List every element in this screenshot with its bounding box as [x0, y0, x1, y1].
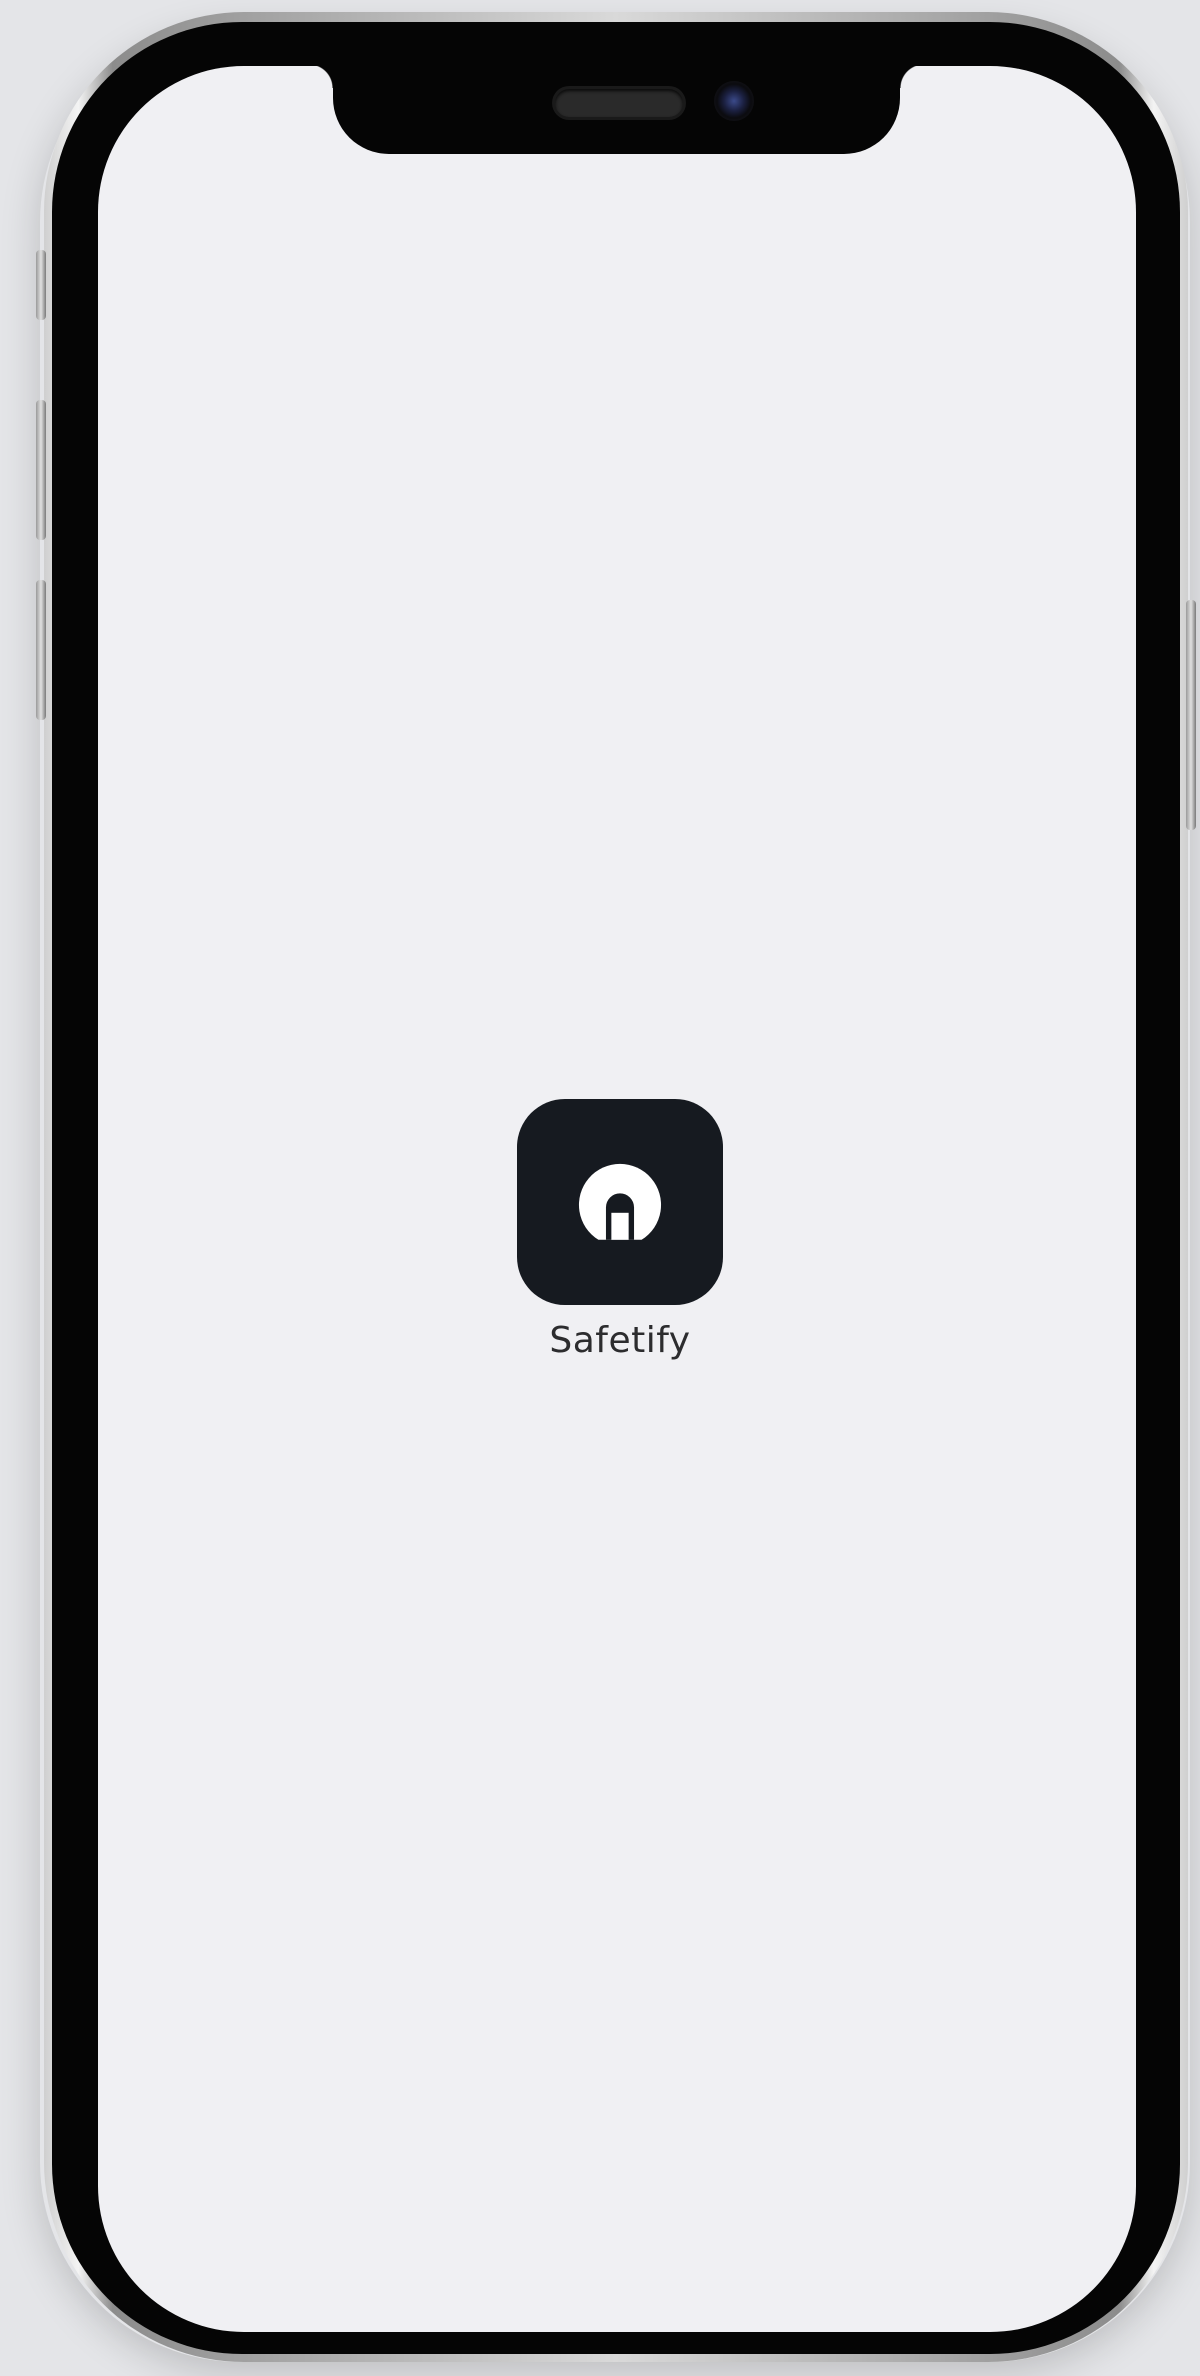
side-button-silent: [36, 250, 46, 320]
front-camera: [714, 81, 754, 121]
side-button-volume-up: [36, 400, 46, 540]
lock-icon: [578, 1163, 662, 1240]
side-button-power: [1186, 600, 1196, 830]
earpiece-speaker: [555, 89, 683, 117]
app-label[interactable]: Safetify: [470, 1320, 770, 1361]
safetify-app-icon[interactable]: [517, 1099, 723, 1305]
side-button-volume-down: [36, 580, 46, 720]
